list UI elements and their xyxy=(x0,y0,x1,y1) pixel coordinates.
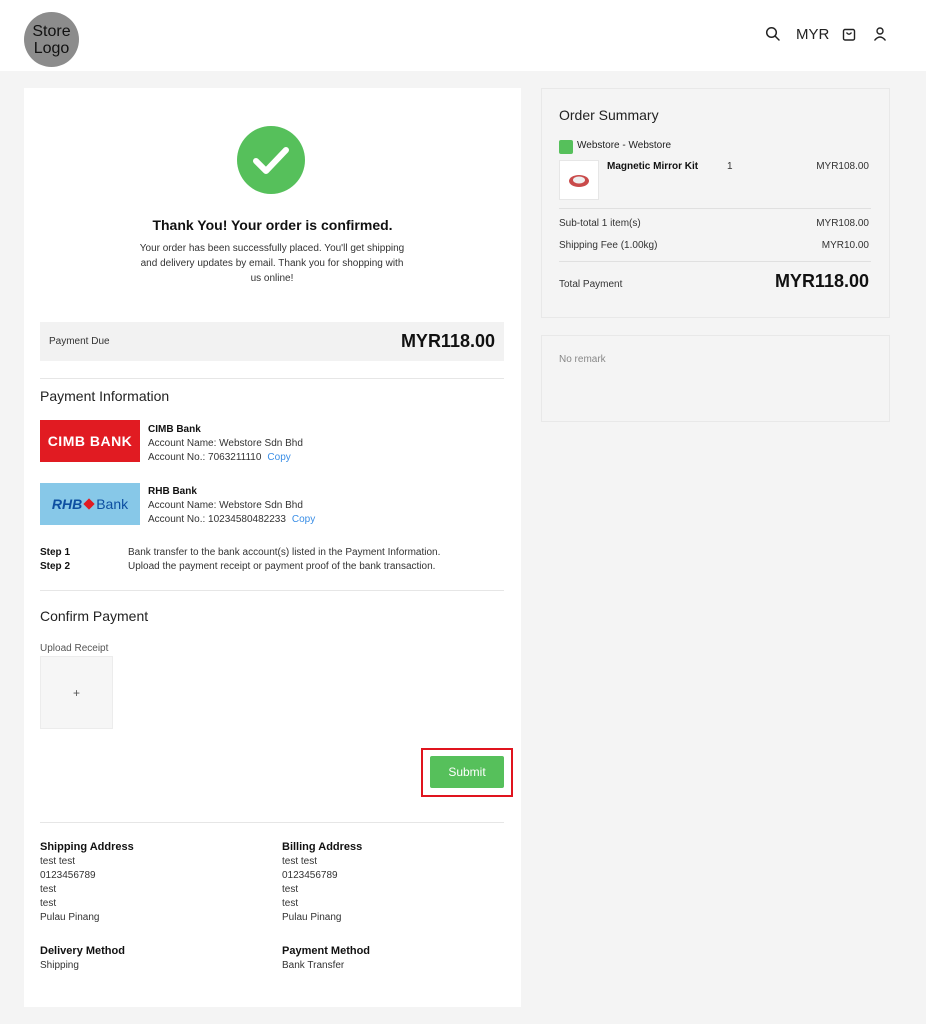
payment-due-box: Payment Due MYR118.00 xyxy=(40,322,504,361)
confirm-payment-title: Confirm Payment xyxy=(40,608,149,624)
payment-step: Step 2 Upload the payment receipt or paym… xyxy=(40,561,435,572)
account-number: Account No.: 10234580482233 xyxy=(148,514,286,525)
bank-name: RHB Bank xyxy=(148,486,197,497)
copy-account-link[interactable]: Copy xyxy=(267,452,290,463)
address-line: test xyxy=(40,898,57,909)
billing-address: Billing Address test test 0123456789 tes… xyxy=(282,840,362,925)
success-badge xyxy=(237,126,305,194)
delivery-method: Delivery Method Shipping xyxy=(40,944,125,973)
product-qty: 1 xyxy=(727,161,733,172)
billing-address-title: Billing Address xyxy=(282,841,363,853)
shipping-fee-label: Shipping Fee (1.00kg) xyxy=(559,240,658,251)
product-name[interactable]: Magnetic Mirror Kit xyxy=(607,161,698,172)
address-line: 0123456789 xyxy=(40,870,96,881)
account-name: Account Name: Webstore Sdn Bhd xyxy=(148,438,303,449)
product-image xyxy=(569,175,589,187)
store-name: Webstore - Webstore xyxy=(577,140,672,151)
subtotal-value: MYR108.00 xyxy=(816,218,869,229)
divider xyxy=(559,208,871,209)
divider xyxy=(559,261,871,262)
step-text: Upload the payment receipt or payment pr… xyxy=(128,561,436,572)
confirmation-title: Thank You! Your order is confirmed. xyxy=(152,217,393,233)
copy-account-link[interactable]: Copy xyxy=(292,514,315,525)
rhb-bank-logo: RHB Bank xyxy=(40,483,140,525)
account-name: Account Name: Webstore Sdn Bhd xyxy=(148,500,303,511)
site-header: Store Logo MYR xyxy=(0,0,926,71)
remark-panel: No remark xyxy=(541,335,890,422)
cart-icon[interactable] xyxy=(841,26,857,42)
payment-due-label: Payment Due xyxy=(49,336,110,347)
divider xyxy=(40,378,504,379)
address-line: test xyxy=(40,884,57,895)
store-logo[interactable]: Store Logo xyxy=(24,12,79,67)
cimb-logo-text: CIMB BANK xyxy=(47,433,133,449)
step-text: Bank transfer to the bank account(s) lis… xyxy=(128,547,441,558)
rhb-logo-text: RHB xyxy=(51,496,83,512)
address-line: test test xyxy=(282,856,318,867)
currency-selector[interactable]: MYR xyxy=(796,26,829,43)
plus-icon: + xyxy=(72,685,80,700)
order-summary-panel: Order Summary Webstore - Webstore Magnet… xyxy=(541,88,890,318)
divider xyxy=(40,590,504,591)
step-label: Step 2 xyxy=(40,561,71,572)
cimb-bank-info: CIMB Bank Account Name: Webstore Sdn Bhd… xyxy=(148,423,303,465)
confirmation-message: Your order has been successfully placed.… xyxy=(139,243,405,284)
shipping-fee-value: MYR10.00 xyxy=(821,240,869,251)
address-line: test xyxy=(282,898,299,909)
upload-receipt-button[interactable]: + xyxy=(40,656,113,729)
subtotal-label: Sub-total 1 item(s) xyxy=(559,218,641,229)
address-line: 0123456789 xyxy=(282,870,338,881)
address-line: test xyxy=(282,884,299,895)
address-line: Pulau Pinang xyxy=(282,912,342,923)
payment-information-title: Payment Information xyxy=(40,388,170,404)
rhb-logo-bank-text: Bank xyxy=(96,496,129,512)
account-number: Account No.: 7063211110 xyxy=(148,452,262,463)
total-payment-value: MYR118.00 xyxy=(774,271,869,291)
check-icon xyxy=(253,147,289,174)
payment-due-amount: MYR118.00 xyxy=(400,331,495,351)
submit-button[interactable]: Submit xyxy=(430,756,504,788)
address-line: test test xyxy=(40,856,76,867)
product-thumbnail[interactable] xyxy=(559,160,599,200)
payment-method: Payment Method Bank Transfer xyxy=(282,944,370,973)
delivery-method-value: Shipping xyxy=(40,960,79,971)
user-icon[interactable] xyxy=(872,26,888,42)
remark-text: No remark xyxy=(559,354,606,365)
search-icon[interactable] xyxy=(765,26,781,42)
divider xyxy=(40,822,504,823)
product-price: MYR108.00 xyxy=(816,161,869,172)
store-icon xyxy=(559,140,573,154)
rhb-diamond-icon xyxy=(83,498,95,510)
payment-method-title: Payment Method xyxy=(282,945,371,957)
rhb-bank-info: RHB Bank Account Name: Webstore Sdn Bhd … xyxy=(148,485,315,527)
payment-method-value: Bank Transfer xyxy=(282,960,345,971)
shipping-address-title: Shipping Address xyxy=(40,841,134,853)
payment-step: Step 1 Bank transfer to the bank account(… xyxy=(40,547,440,558)
order-summary-title: Order Summary xyxy=(559,107,659,123)
delivery-method-title: Delivery Method xyxy=(40,945,125,957)
total-payment-label: Total Payment xyxy=(559,279,623,290)
address-line: Pulau Pinang xyxy=(40,912,100,923)
cimb-bank-logo: CIMB BANK xyxy=(40,420,140,462)
step-label: Step 1 xyxy=(40,547,71,558)
bank-name: CIMB Bank xyxy=(148,424,201,435)
upload-receipt-label: Upload Receipt xyxy=(40,643,109,654)
shipping-address: Shipping Address test test 0123456789 te… xyxy=(40,840,134,925)
order-confirmation-panel: Thank You! Your order is confirmed. Your… xyxy=(24,88,521,1007)
